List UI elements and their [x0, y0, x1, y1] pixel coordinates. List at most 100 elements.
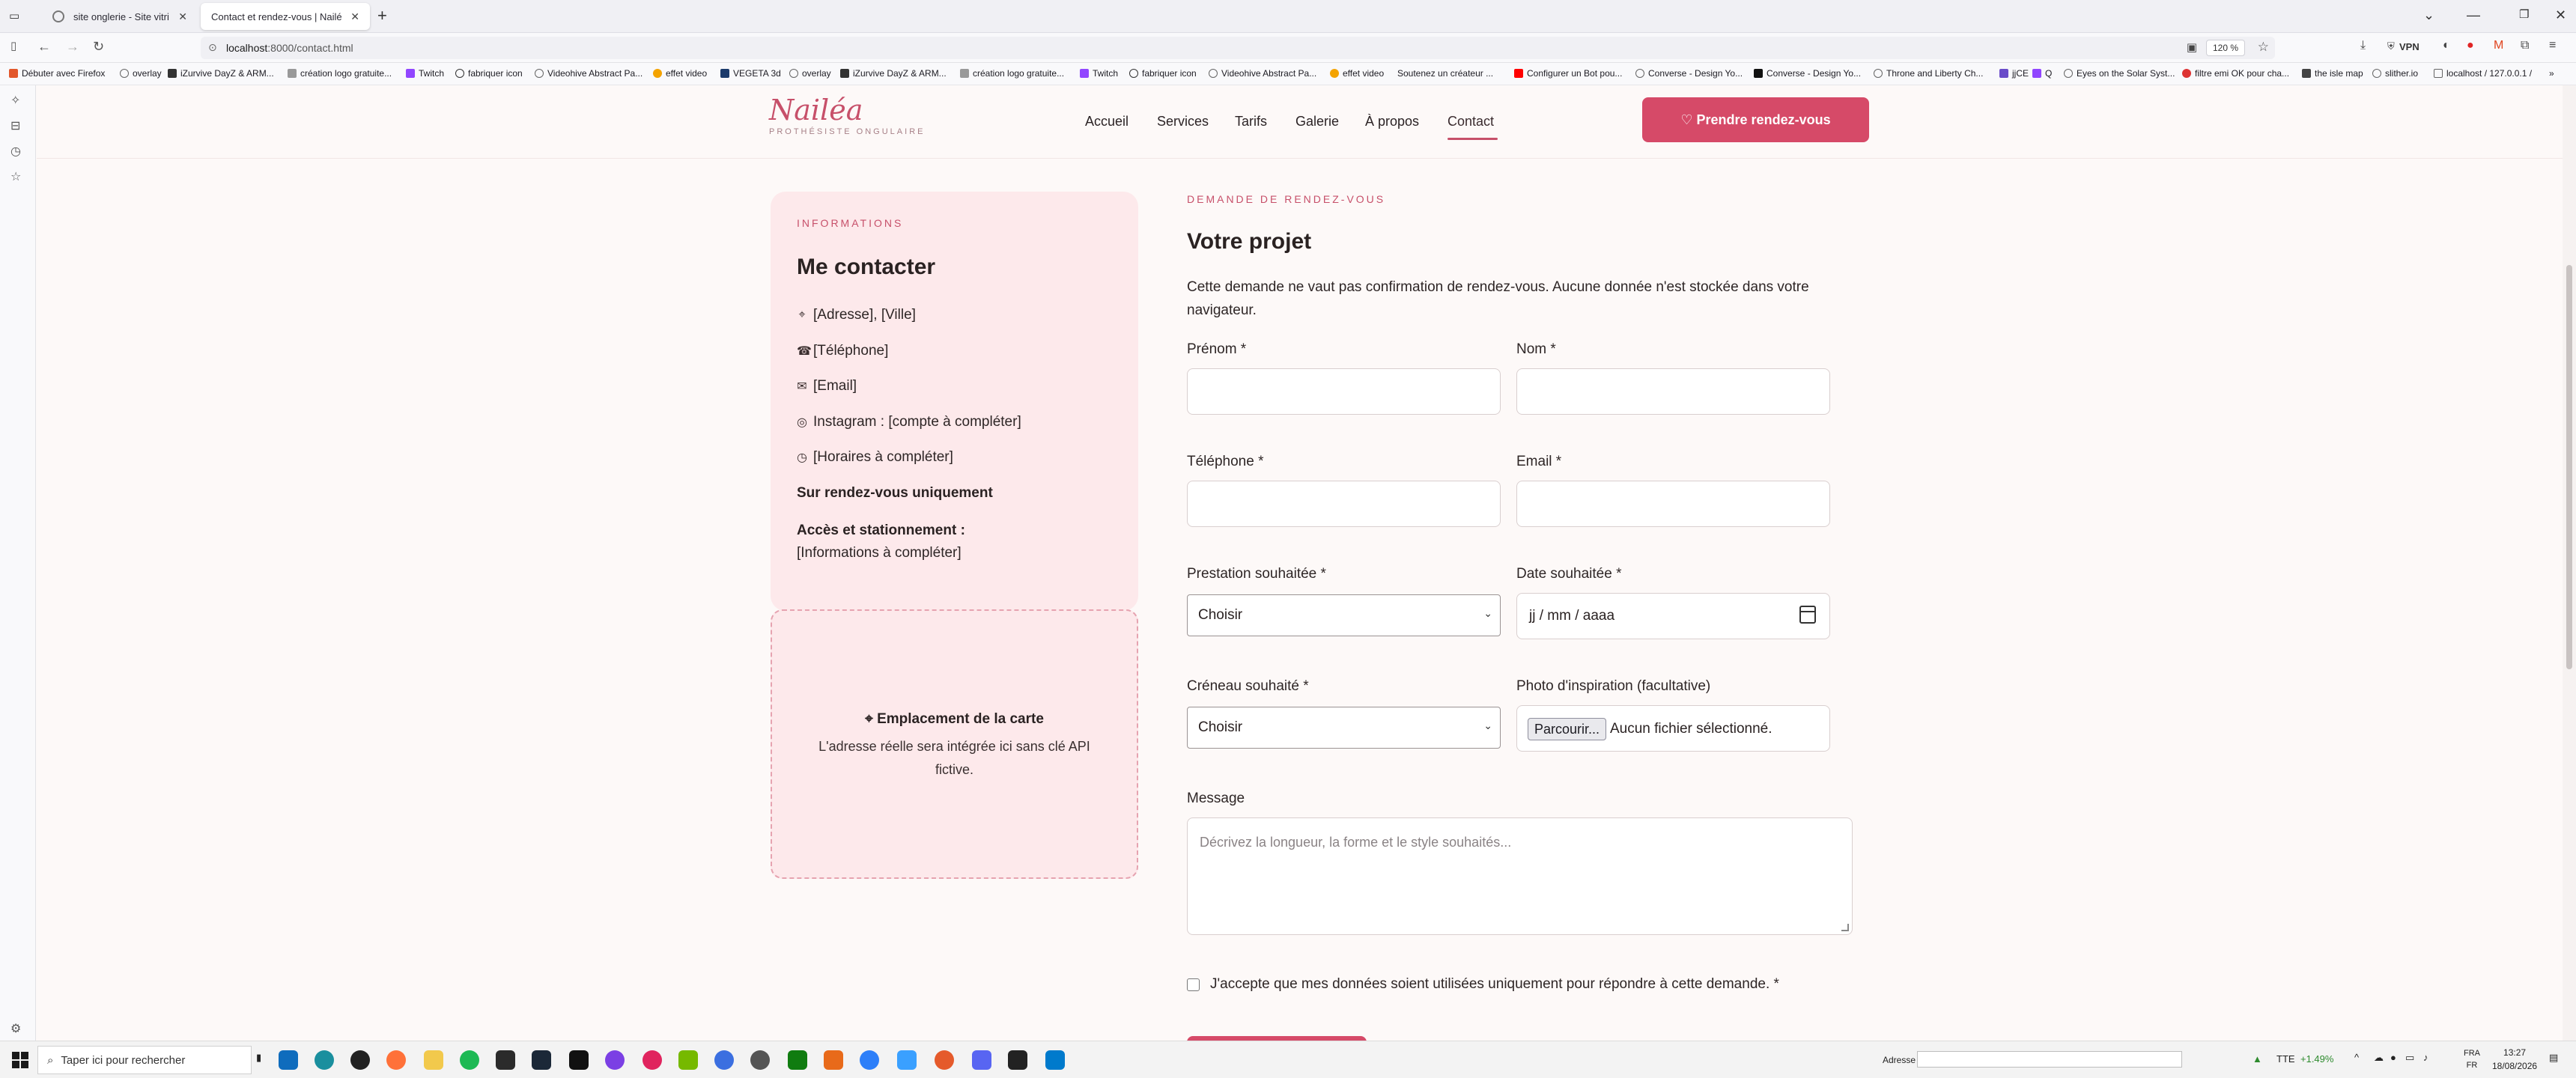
tray-chevron-icon[interactable]: ^: [2354, 1052, 2359, 1063]
clock[interactable]: 13:27 18/08/2026: [2492, 1046, 2537, 1073]
history-icon[interactable]: ◷: [10, 144, 21, 159]
tab-overflow-chevron-icon[interactable]: ⌄: [2423, 7, 2434, 23]
app-icon[interactable]: [643, 1050, 662, 1070]
nav-galerie[interactable]: Galerie: [1295, 114, 1339, 130]
date-field[interactable]: jj / mm / aaaa: [1516, 593, 1830, 639]
extension-dark-icon[interactable]: ◐: [2443, 39, 2450, 52]
notifications-icon[interactable]: ▤: [2549, 1052, 2558, 1064]
app-icon[interactable]: [935, 1050, 954, 1070]
firefox-icon[interactable]: [386, 1050, 406, 1070]
bookmark-item[interactable]: effet video: [1330, 68, 1384, 79]
bookmark-item[interactable]: Twitch: [1080, 68, 1118, 79]
bookmarks-icon[interactable]: ☆: [10, 169, 21, 184]
consent-checkbox[interactable]: [1187, 978, 1200, 991]
nav-tarifs[interactable]: Tarifs: [1235, 114, 1267, 130]
calendar-icon[interactable]: [1799, 606, 1816, 624]
bookmark-item[interactable]: iZurvive DayZ & ARM...: [168, 68, 274, 79]
app-icon[interactable]: [897, 1050, 917, 1070]
bookmark-item[interactable]: Soutenez un créateur ...: [1397, 68, 1493, 79]
app-icon[interactable]: [860, 1050, 879, 1070]
message-textarea[interactable]: Décrivez la longueur, la forme et le sty…: [1187, 817, 1853, 935]
bookmark-item[interactable]: jjCE: [1999, 68, 2029, 79]
site-info-icon[interactable]: ⊙: [208, 41, 217, 54]
file-explorer-icon[interactable]: [424, 1050, 443, 1070]
network-icon[interactable]: ▭: [2405, 1052, 2414, 1064]
new-tab-icon[interactable]: +: [377, 6, 387, 25]
nvidia-icon[interactable]: [678, 1050, 698, 1070]
synced-tabs-icon[interactable]: ⊟: [10, 118, 20, 133]
browse-file-button[interactable]: Parcourir...: [1528, 718, 1607, 740]
last-name-field[interactable]: [1516, 368, 1830, 415]
bookmark-item[interactable]: Converse - Design Yo...: [1635, 68, 1743, 79]
app-icon[interactable]: [824, 1050, 843, 1070]
close-tab-icon[interactable]: ✕: [178, 10, 187, 23]
bookmark-item[interactable]: Configurer un Bot pou...: [1514, 68, 1622, 79]
extension-red-icon[interactable]: ●: [2467, 39, 2474, 52]
bookmark-item[interactable]: Eyes on the Solar Syst...: [2064, 68, 2175, 79]
nav-services[interactable]: Services: [1157, 114, 1209, 130]
vpn-label[interactable]: VPN: [2399, 41, 2419, 52]
edge-icon[interactable]: [315, 1050, 334, 1070]
bookmarks-overflow-icon[interactable]: »: [2549, 68, 2554, 79]
chatgpt-icon[interactable]: [350, 1050, 370, 1070]
reload-icon[interactable]: ↻: [93, 39, 104, 55]
bookmark-item[interactable]: fabriquer icon: [1129, 68, 1197, 79]
taskbar-search[interactable]: ⌕ Taper ici pour rechercher: [37, 1046, 252, 1074]
bookmark-item[interactable]: Videohive Abstract Pa...: [1209, 68, 1316, 79]
customize-sidebar-icon[interactable]: ⚙: [10, 1021, 21, 1036]
bookmark-item[interactable]: fabriquer icon: [455, 68, 523, 79]
terminal-icon[interactable]: [569, 1050, 589, 1070]
steam-icon[interactable]: [532, 1050, 551, 1070]
tab-site-onglerie[interactable]: site onglerie - Site vitrine proth ✕: [42, 3, 198, 30]
bookmark-item[interactable]: localhost / 127.0.0.1 /: [2434, 68, 2532, 79]
minimize-icon[interactable]: —: [2467, 7, 2480, 23]
reader-view-icon[interactable]: ▣: [2187, 40, 2197, 54]
nav-accueil[interactable]: Accueil: [1085, 114, 1128, 130]
vscode-icon[interactable]: [1045, 1050, 1065, 1070]
bookmark-item[interactable]: overlay: [789, 68, 831, 79]
nav-contact[interactable]: Contact: [1448, 114, 1494, 130]
sidebar-toggle-icon[interactable]: ▯: [10, 39, 16, 52]
bookmark-item[interactable]: Twitch: [406, 68, 444, 79]
bookmark-item[interactable]: iZurvive DayZ & ARM...: [840, 68, 947, 79]
microphone-icon[interactable]: ●: [2390, 1052, 2396, 1063]
first-name-field[interactable]: [1187, 368, 1501, 415]
app-icon[interactable]: [714, 1050, 734, 1070]
scrollbar-thumb[interactable]: [2566, 265, 2572, 669]
site-logo[interactable]: Nailéa PROTHÉSISTE ONGULAIRE: [769, 96, 925, 136]
tab-contact[interactable]: Contact et rendez-vous | Nailéa (Vi ✕: [201, 3, 370, 30]
phone-field[interactable]: [1187, 481, 1501, 527]
discord-icon[interactable]: [972, 1050, 991, 1070]
slot-select[interactable]: Choisir ⌄: [1187, 707, 1501, 749]
maximize-icon[interactable]: ❐: [2519, 7, 2529, 21]
tab-list-icon[interactable]: ▭: [9, 9, 19, 22]
downloads-icon[interactable]: ⤓: [2360, 39, 2366, 52]
bookmark-item[interactable]: slither.io: [2372, 68, 2418, 79]
zoom-level[interactable]: 120 %: [2205, 40, 2245, 56]
bookmark-item[interactable]: Throne and Liberty Ch...: [1874, 68, 1983, 79]
nav-a-propos[interactable]: À propos: [1365, 114, 1419, 130]
vpn-shield-icon[interactable]: ⛨: [2387, 40, 2395, 52]
extensions-icon[interactable]: ⧉: [2521, 39, 2529, 52]
app-icon[interactable]: [605, 1050, 625, 1070]
bookmark-item[interactable]: création logo gratuite...: [960, 68, 1064, 79]
forward-icon[interactable]: →: [66, 39, 79, 55]
app-icon[interactable]: [496, 1050, 515, 1070]
bookmark-item[interactable]: création logo gratuite...: [288, 68, 392, 79]
bookmark-item[interactable]: VEGETA 3d: [720, 68, 781, 79]
stock-name[interactable]: TTE: [2276, 1053, 2295, 1065]
service-select[interactable]: Choisir ⌄: [1187, 594, 1501, 636]
bookmark-item[interactable]: overlay: [120, 68, 162, 79]
back-icon[interactable]: ←: [37, 39, 51, 55]
bookmark-item[interactable]: Converse - Design Yo...: [1754, 68, 1861, 79]
bookmark-item[interactable]: Q: [2032, 68, 2052, 79]
volume-icon[interactable]: ♪: [2423, 1052, 2428, 1063]
bookmark-item[interactable]: effet video: [653, 68, 707, 79]
spotify-icon[interactable]: [460, 1050, 479, 1070]
menu-icon[interactable]: ≡: [2549, 39, 2556, 52]
bookmark-item[interactable]: Débuter avec Firefox: [9, 68, 105, 79]
close-window-icon[interactable]: ✕: [2555, 7, 2566, 23]
bookmark-item[interactable]: filtre emi OK pour cha...: [2182, 68, 2289, 79]
bookmark-item[interactable]: the isle map: [2302, 68, 2363, 79]
outlook-icon[interactable]: [279, 1050, 298, 1070]
